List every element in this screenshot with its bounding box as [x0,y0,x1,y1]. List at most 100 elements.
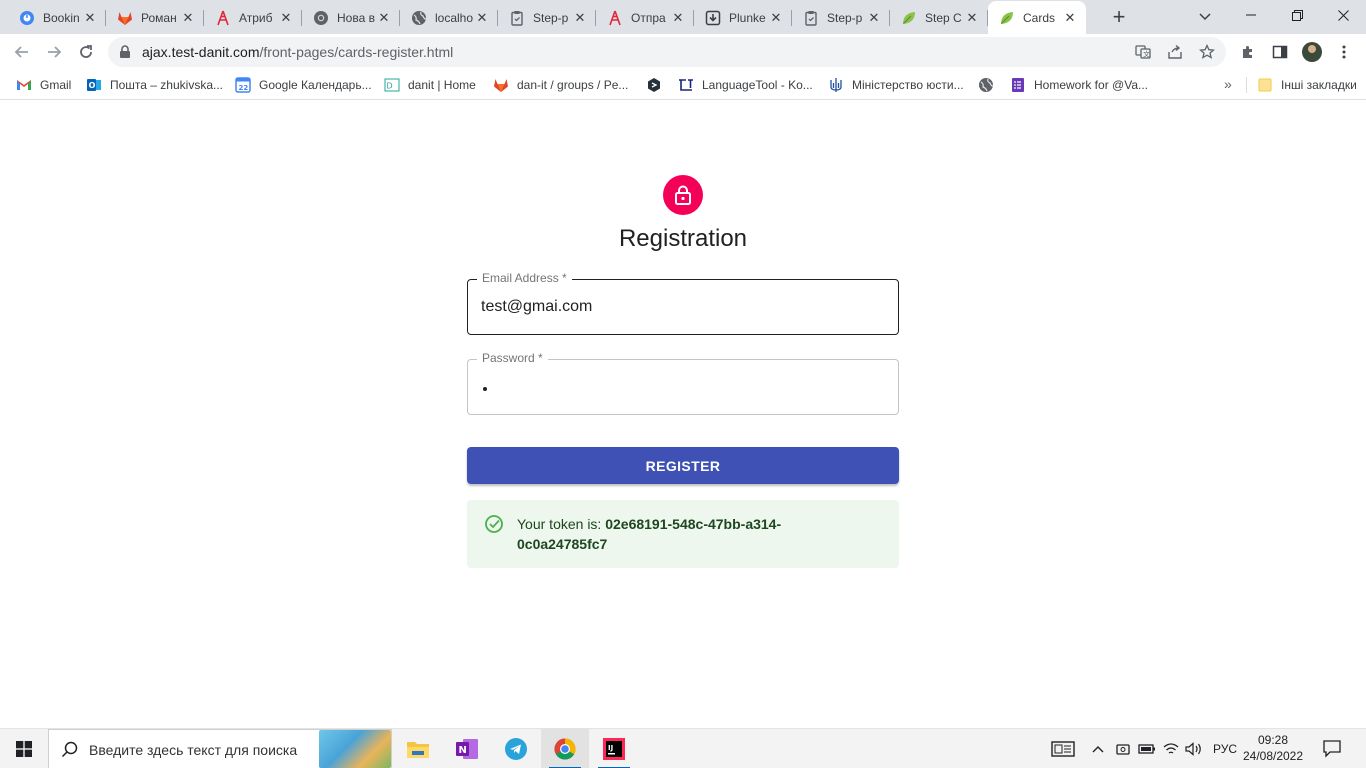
close-tab-icon[interactable]: ✕ [82,10,98,26]
bookmark-item[interactable]: dan-it / groups / Pe... [493,76,628,94]
html-academy-icon [215,10,231,26]
globe-icon [978,77,994,93]
close-tab-icon[interactable]: ✕ [376,10,392,26]
email-field[interactable]: Email Address * test@gmai.com [467,271,899,335]
browser-tab[interactable]: Роман ✕ [106,1,204,34]
search-highlight-image[interactable] [319,730,391,768]
browser-tab[interactable]: Step-p ✕ [792,1,890,34]
close-tab-icon[interactable]: ✕ [572,10,588,26]
tab-strip: Bookin ✕ Роман ✕ Атриб ✕ Нова в ✕ localho ✕ Step-p… [0,0,1366,34]
close-icon [1337,9,1349,21]
restore-button[interactable] [1274,0,1320,30]
intellij-app[interactable]: IJ [590,729,638,768]
page-title: Registration [618,225,748,252]
hex-icon [646,77,662,93]
bookmark-label: Пошта – zhukivska... [110,78,223,92]
html-academy-icon [607,10,623,26]
close-tab-icon[interactable]: ✕ [670,10,686,26]
password-mask-dot [483,387,487,391]
side-panel-icon[interactable] [1270,42,1290,62]
bookmark-label: Міністерство юсти... [852,78,964,92]
close-window-button[interactable] [1320,0,1366,30]
close-tab-icon[interactable]: ✕ [474,10,490,26]
translate-icon[interactable]: 文 [1134,43,1152,61]
onenote-app[interactable]: N [443,729,491,768]
notification-icon[interactable] [1322,738,1342,763]
clipboard-icon [803,10,819,26]
bookmark-item[interactable]: 22 Google Календарь... [235,76,372,94]
battery-icon[interactable] [1138,739,1156,759]
plunker-icon [705,10,721,26]
bookmark-label: LanguageTool - Ko... [702,78,813,92]
bookmark-item[interactable]: Міністерство юсти... [828,76,964,94]
password-field[interactable]: Password * [467,351,899,415]
email-label: Email Address * [477,271,572,285]
close-tab-icon[interactable]: ✕ [278,10,294,26]
bookmark-item[interactable]: O Пошта – zhukivska... [86,76,223,94]
meet-now-icon[interactable] [1114,739,1132,759]
bookmark-label: Homework for @Va... [1034,78,1148,92]
system-clock[interactable]: 09:28 24/08/2022 [1238,732,1308,764]
tab-title: Cards [1023,10,1056,25]
menu-kebab-icon[interactable] [1334,42,1354,62]
bookmark-label: dan-it / groups / Pe... [517,78,629,92]
browser-tab[interactable]: Step-p ✕ [498,1,596,34]
bookmark-item[interactable]: Homework for @Va... [1010,76,1148,94]
back-button[interactable] [8,38,36,66]
reload-button[interactable] [72,38,100,66]
taskbar-search[interactable]: Введите здесь текст для поиска [48,729,392,768]
news-widget-icon[interactable] [1050,739,1076,759]
browser-tab[interactable]: Отпра ✕ [596,1,694,34]
svg-text:D: D [387,82,393,91]
minimize-button[interactable] [1228,0,1274,30]
profile-avatar[interactable] [1302,42,1322,62]
bookmark-item[interactable]: Gmail [16,76,71,94]
browser-tab[interactable]: Нова в ✕ [302,1,400,34]
close-tab-icon[interactable]: ✕ [1062,10,1078,26]
bookmarks-overflow-icon[interactable]: » [1224,76,1232,92]
bookmark-item[interactable]: LanguageTool - Ko... [678,76,813,94]
svg-text:O: O [89,81,96,90]
language-indicator[interactable]: РУС [1210,739,1240,759]
bookmark-item[interactable]: Ddanit | Home [384,76,476,94]
reload-icon [80,45,92,58]
password-label: Password * [477,351,548,365]
tab-search-button[interactable] [1194,6,1216,28]
other-bookmarks[interactable]: Інші закладки [1257,76,1357,94]
bookmark-star-icon[interactable] [1198,43,1216,61]
browser-tab[interactable]: Plunke ✕ [694,1,792,34]
volume-icon[interactable] [1185,739,1203,759]
clock-time: 09:28 [1257,733,1289,747]
chrome-icon [313,10,329,26]
share-icon[interactable] [1166,43,1184,61]
wifi-icon[interactable] [1162,739,1180,759]
telegram-app[interactable] [492,729,540,768]
bookmark-item[interactable] [646,76,670,94]
svg-text:文: 文 [1143,50,1150,59]
browser-tab[interactable]: Cards ✕ [988,1,1086,34]
forward-button[interactable] [40,38,68,66]
browser-tab[interactable]: Step C ✕ [890,1,988,34]
bookmark-item[interactable] [978,76,1002,94]
close-tab-icon[interactable]: ✕ [866,10,882,26]
close-tab-icon[interactable]: ✕ [180,10,196,26]
address-bar[interactable]: ajax.test-danit.com/front-pages/cards-re… [108,37,1226,67]
file-explorer-app[interactable] [394,729,442,768]
folder-icon [407,742,429,758]
url-text: ajax.test-danit.com/front-pages/cards-re… [142,44,453,60]
browser-tab[interactable]: Атриб ✕ [204,1,302,34]
email-input[interactable]: test@gmai.com [481,298,592,316]
new-tab-button[interactable]: + [1108,4,1130,29]
close-tab-icon[interactable]: ✕ [768,10,784,26]
chrome-app[interactable] [541,729,589,768]
browser-tab[interactable]: localho ✕ [400,1,498,34]
chevron-up-icon[interactable] [1090,739,1106,759]
extensions-puzzle-icon[interactable] [1238,42,1258,62]
close-tab-icon[interactable]: ✕ [964,10,980,26]
lock-icon[interactable] [119,45,131,59]
svg-text:22: 22 [239,84,249,92]
start-button[interactable] [0,729,48,768]
register-button[interactable]: REGISTER [467,447,899,484]
windows-logo-icon [16,741,32,757]
browser-tab[interactable]: Bookin ✕ [8,1,106,34]
